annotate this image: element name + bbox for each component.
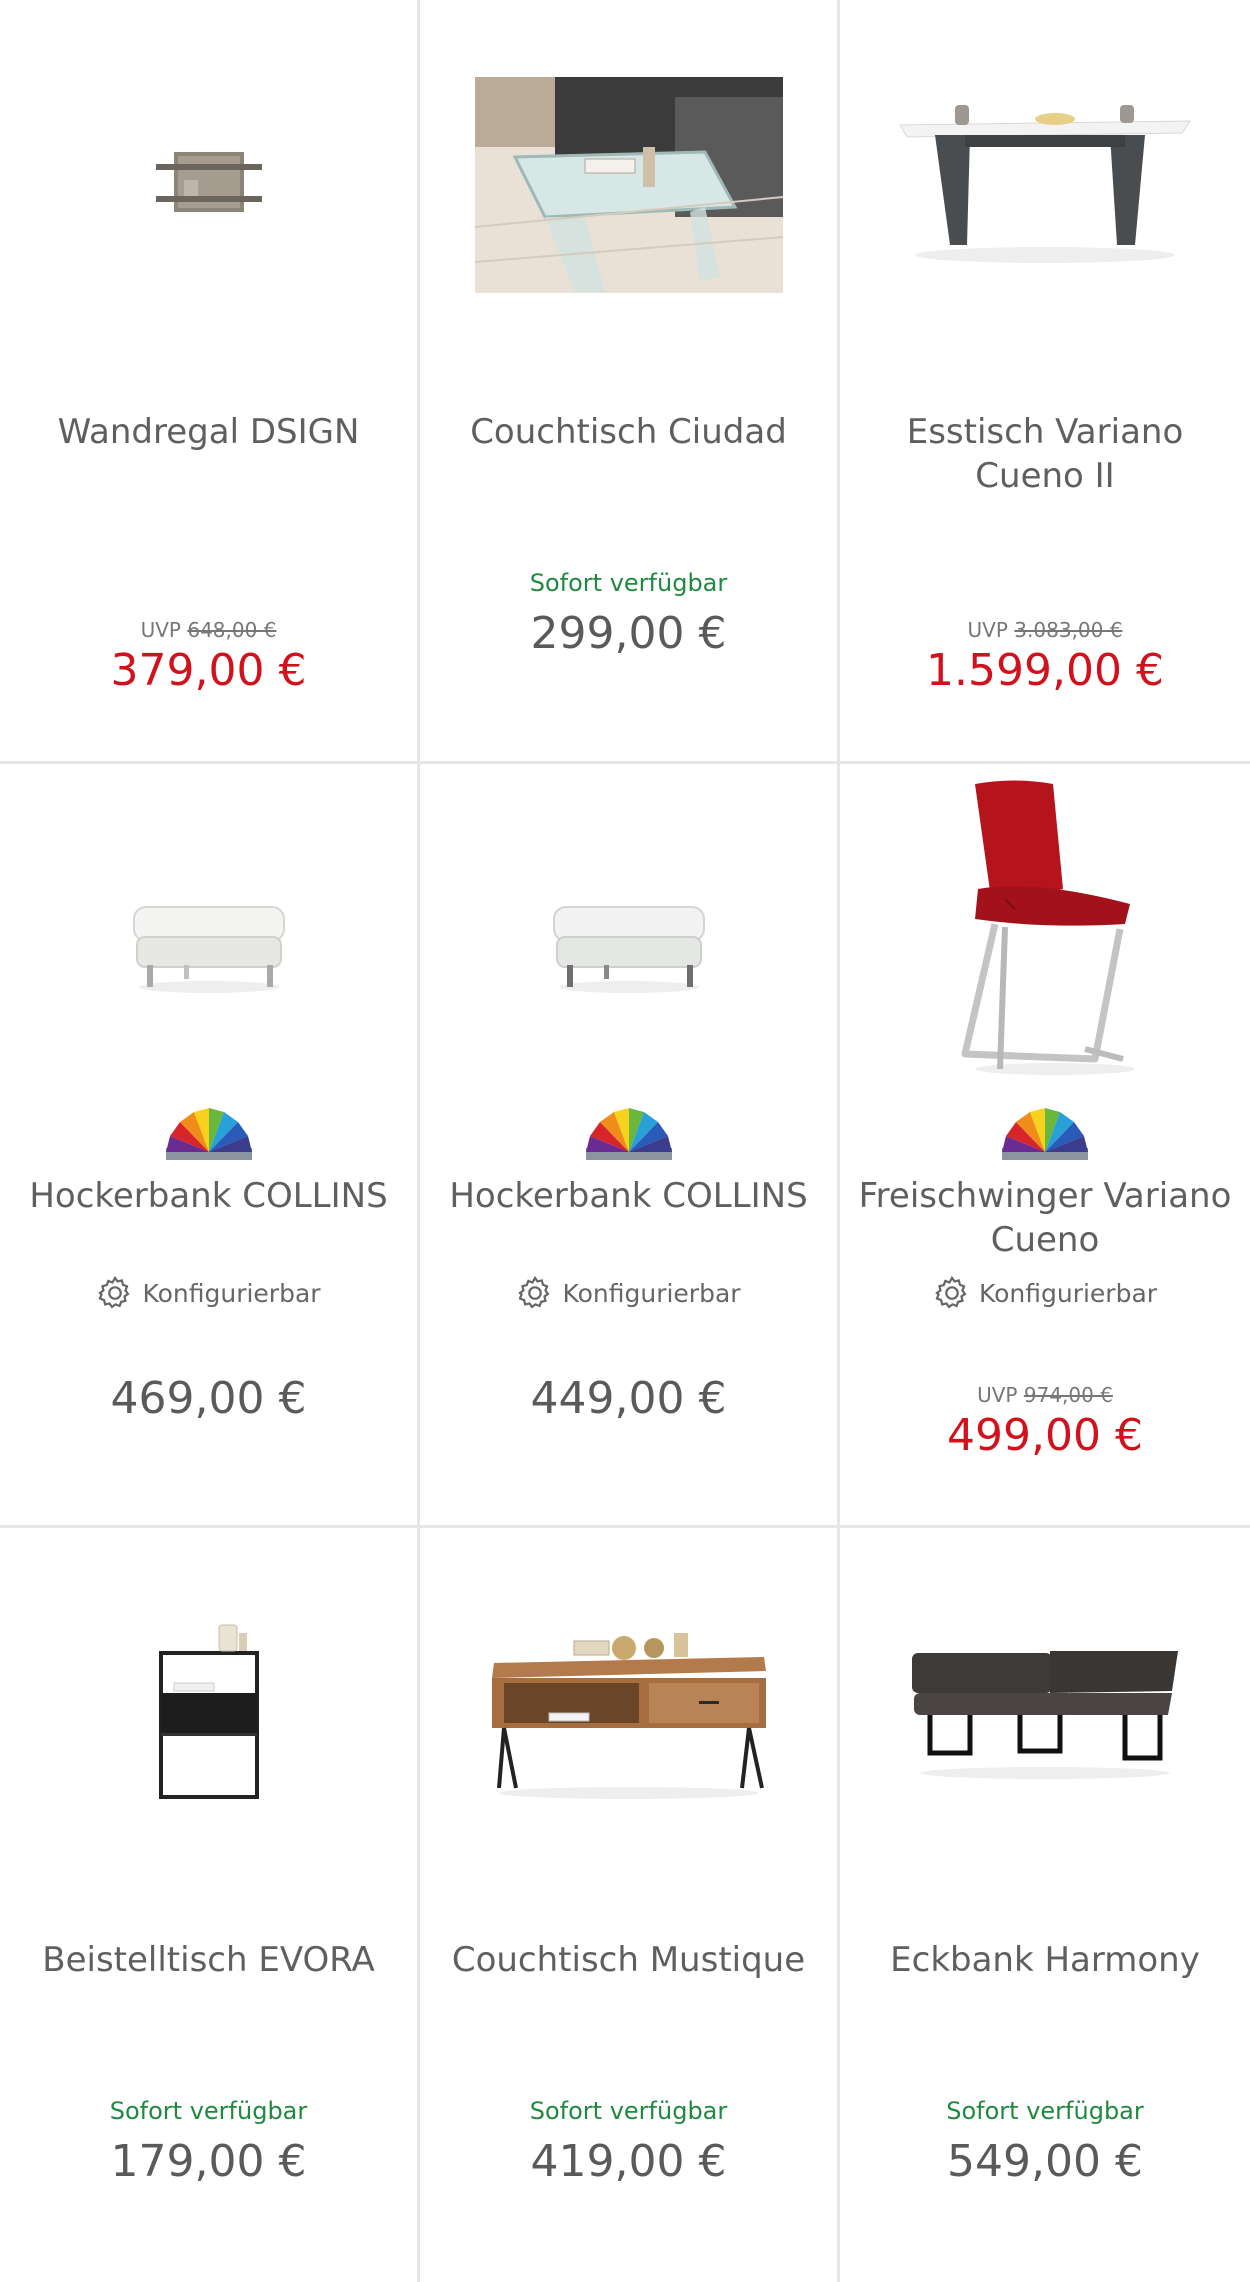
dining-table-icon bbox=[899, 105, 1191, 263]
product-price: 179,00 € bbox=[110, 2136, 307, 2187]
wall-shelf-icon bbox=[155, 152, 262, 212]
product-title[interactable]: Freischwinger Variano Cueno bbox=[850, 1174, 1240, 1262]
product-image[interactable] bbox=[0, 40, 417, 330]
product-card[interactable]: Wandregal DSIGN UVP 648,00 € 379,00 € bbox=[0, 0, 417, 761]
uvp-old-price: 974,00 € bbox=[1023, 1383, 1113, 1407]
product-card[interactable]: Beistelltisch EVORA Sofort verfügbar 179… bbox=[0, 1528, 417, 2282]
product-card[interactable]: Eckbank Harmony Sofort verfügbar 549,00 … bbox=[840, 1528, 1250, 2282]
product-image[interactable] bbox=[0, 804, 417, 1094]
uvp-label: UVP bbox=[140, 618, 181, 642]
availability-status: Sofort verfügbar bbox=[946, 2097, 1144, 2125]
product-price: 299,00 € bbox=[530, 608, 727, 659]
ottoman-icon bbox=[132, 905, 285, 993]
product-card[interactable]: Couchtisch Mustique Sofort verfügbar 419… bbox=[420, 1528, 837, 2282]
product-card[interactable]: Couchtisch Ciudad Sofort verfügbar 299,0… bbox=[420, 0, 837, 761]
side-table-icon bbox=[158, 1624, 259, 1799]
availability-status: Sofort verfügbar bbox=[529, 2097, 728, 2125]
uvp-price: UVP 648,00 € bbox=[0, 618, 417, 642]
product-title[interactable]: Beistelltisch EVORA bbox=[10, 1938, 407, 1982]
color-fan-icon bbox=[585, 1108, 672, 1160]
configurable-badge[interactable]: Konfigurierbar bbox=[0, 1274, 417, 1312]
product-card[interactable]: Esstisch Variano Cueno II UVP 3.083,00 €… bbox=[840, 0, 1250, 761]
configurable-badge[interactable]: Konfigurierbar bbox=[420, 1274, 837, 1312]
product-price: 549,00 € bbox=[947, 2136, 1143, 2187]
uvp-label: UVP bbox=[977, 1383, 1018, 1407]
product-title[interactable]: Eckbank Harmony bbox=[850, 1938, 1240, 1982]
uvp-label: UVP bbox=[967, 618, 1008, 642]
configurable-label: Konfigurierbar bbox=[142, 1278, 321, 1308]
availability-status: Sofort verfügbar bbox=[529, 569, 728, 597]
product-title[interactable]: Couchtisch Ciudad bbox=[430, 410, 827, 454]
corner-bench-icon bbox=[912, 1651, 1178, 1779]
product-image[interactable] bbox=[420, 804, 837, 1094]
product-image[interactable] bbox=[420, 40, 837, 330]
color-fan-icon bbox=[165, 1108, 252, 1160]
product-image[interactable] bbox=[840, 780, 1250, 1075]
uvp-old-price: 3.083,00 € bbox=[1014, 618, 1123, 642]
product-title[interactable]: Hockerbank COLLINS bbox=[10, 1174, 407, 1218]
configurable-badge[interactable]: Konfigurierbar bbox=[840, 1274, 1250, 1312]
configurable-label: Konfigurierbar bbox=[978, 1278, 1158, 1308]
product-price: 449,00 € bbox=[530, 1373, 727, 1424]
gear-icon bbox=[935, 1275, 967, 1309]
product-card[interactable]: Hockerbank COLLINS Konfigurierbar 469,00… bbox=[0, 764, 417, 1525]
color-fan-icon bbox=[1002, 1108, 1088, 1160]
configurable-label: Konfigurierbar bbox=[562, 1278, 741, 1308]
product-price: 419,00 € bbox=[530, 2136, 727, 2187]
product-title[interactable]: Esstisch Variano Cueno II bbox=[850, 410, 1240, 498]
product-price: 379,00 € bbox=[110, 645, 307, 696]
product-title[interactable]: Wandregal DSIGN bbox=[10, 410, 407, 454]
product-price: 1.599,00 € bbox=[926, 645, 1164, 696]
wooden-coffee-table-icon bbox=[491, 1633, 766, 1799]
uvp-price: UVP 974,00 € bbox=[840, 1383, 1250, 1407]
product-card[interactable]: Freischwinger Variano Cueno Konfigurierb… bbox=[840, 764, 1250, 1525]
uvp-price: UVP 3.083,00 € bbox=[840, 618, 1250, 642]
product-title[interactable]: Couchtisch Mustique bbox=[430, 1938, 827, 1982]
product-grid: Wandregal DSIGN UVP 648,00 € 379,00 € Co… bbox=[0, 0, 1250, 2282]
cantilever-chair-icon bbox=[961, 780, 1135, 1075]
product-image[interactable] bbox=[840, 1568, 1250, 1858]
product-title[interactable]: Hockerbank COLLINS bbox=[430, 1174, 827, 1218]
availability-status: Sofort verfügbar bbox=[109, 2097, 308, 2125]
glass-coffee-table-photo bbox=[474, 77, 783, 293]
product-image[interactable] bbox=[0, 1568, 417, 1858]
product-price: 469,00 € bbox=[110, 1373, 307, 1424]
gear-icon bbox=[98, 1275, 130, 1309]
uvp-old-price: 648,00 € bbox=[187, 618, 277, 642]
gear-icon bbox=[518, 1275, 550, 1309]
product-image[interactable] bbox=[420, 1568, 837, 1858]
ottoman-icon bbox=[552, 905, 705, 993]
product-image[interactable] bbox=[840, 40, 1250, 330]
product-card[interactable]: Hockerbank COLLINS Konfigurierbar 449,00… bbox=[420, 764, 837, 1525]
product-price: 499,00 € bbox=[947, 1410, 1143, 1461]
